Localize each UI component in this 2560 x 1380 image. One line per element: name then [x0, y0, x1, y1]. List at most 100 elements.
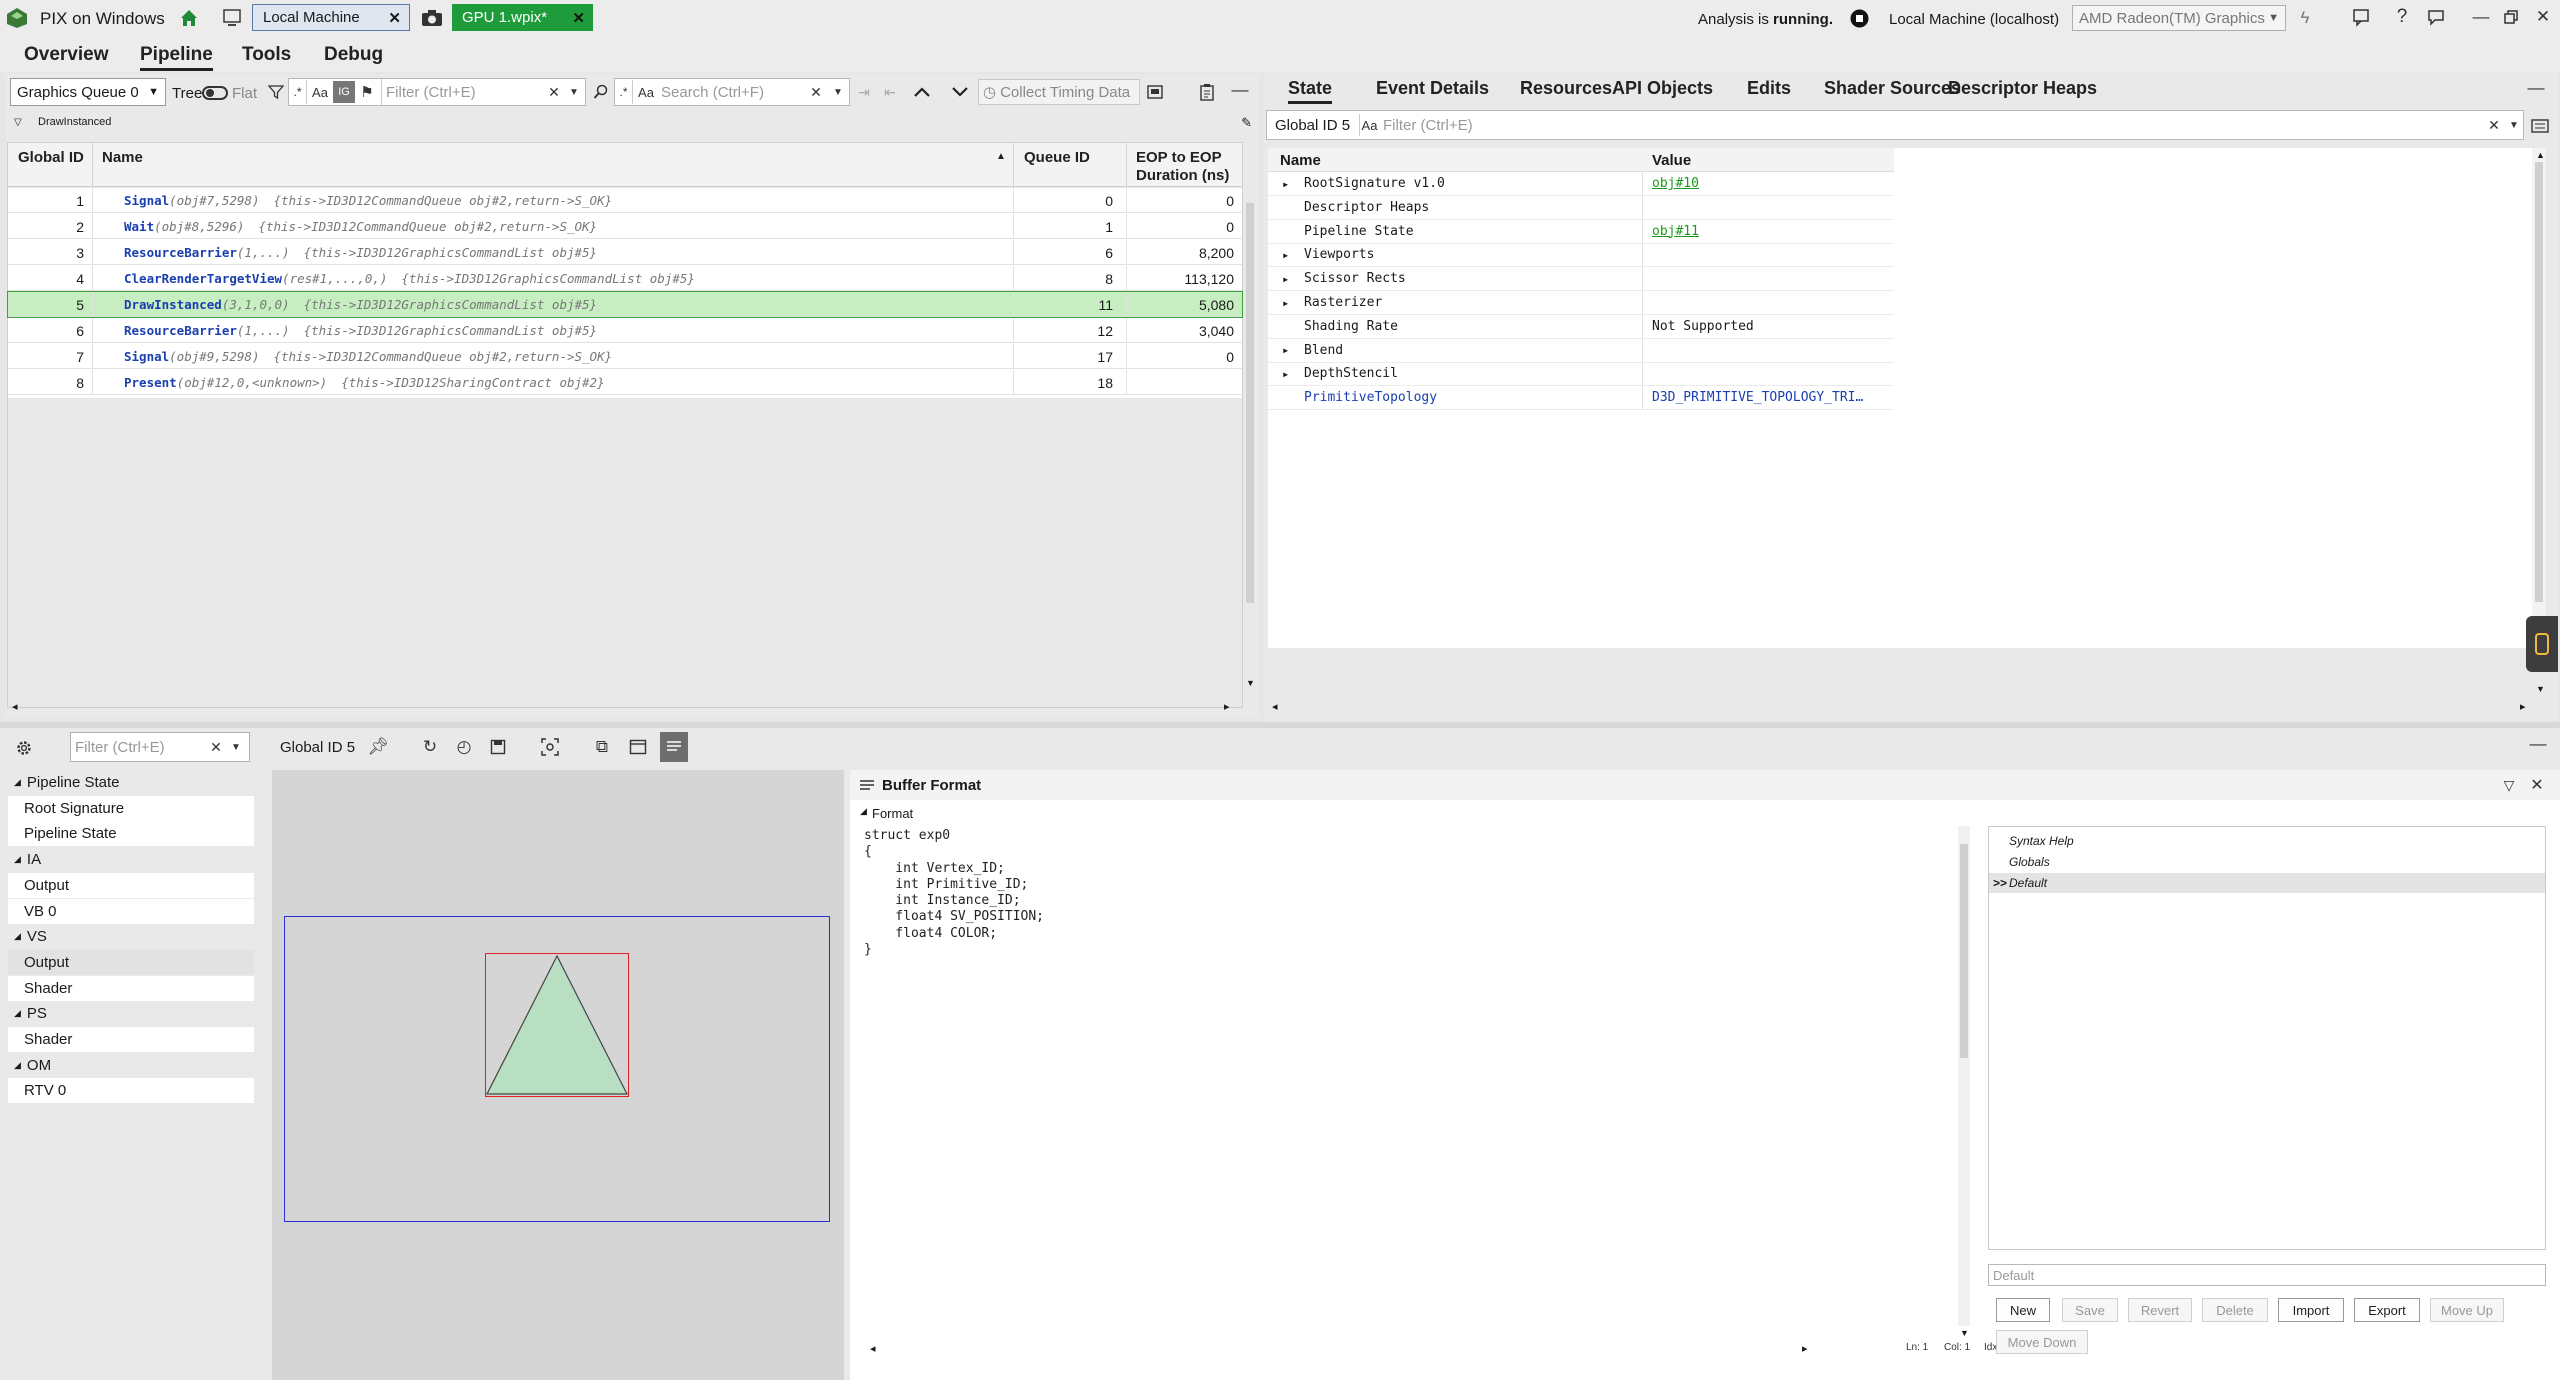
minimize-icon[interactable]: —	[2470, 5, 2492, 29]
col-name[interactable]: Name	[102, 149, 143, 166]
state-value[interactable]: obj#10	[1652, 176, 1892, 191]
pin-icon[interactable]: 📌︎	[366, 734, 390, 760]
tree-item[interactable]: Output	[8, 949, 254, 975]
close-icon[interactable]: ✕	[2526, 773, 2548, 797]
chevron-down-icon[interactable]: ▼	[829, 80, 847, 104]
regex-icon[interactable]: .*	[289, 80, 307, 104]
regex-icon[interactable]: .*	[615, 80, 633, 104]
clear-icon[interactable]: ✕	[545, 80, 563, 104]
tab-resources[interactable]: Resources	[1520, 78, 1612, 99]
vertical-scrollbar[interactable]	[2532, 148, 2546, 648]
match-case-icon[interactable]: Aa	[635, 80, 657, 104]
edit-icon[interactable]: ✎	[1241, 115, 1252, 131]
tree-item[interactable]: VB 0	[8, 898, 254, 924]
counter-icon[interactable]	[1144, 80, 1166, 104]
nav-debug[interactable]: Debug	[324, 44, 383, 66]
expand-arrow-icon[interactable]: ▸	[1282, 296, 1289, 310]
revert-button[interactable]: Revert	[2128, 1298, 2192, 1322]
collect-timing-button[interactable]: ◷ Collect Timing Data	[978, 79, 1140, 105]
expand-arrow-icon[interactable]: ▸	[1282, 367, 1289, 381]
table-row[interactable]: 3 ResourceBarrier (1,...) {this->ID3D12Grap…	[8, 240, 1242, 265]
col-duration[interactable]: Duration (ns)	[1136, 167, 1229, 184]
vertical-scrollbar[interactable]	[1244, 143, 1256, 613]
tag-icon[interactable]: IG	[333, 81, 355, 103]
scroll-down-icon[interactable]: ▼	[2536, 684, 2545, 694]
state-row[interactable]: ▸ RootSignature v1.0 obj#10	[1268, 172, 1894, 196]
table-row[interactable]: 4 ClearRenderTargetView (res#1,...,0,) {thi…	[8, 266, 1242, 291]
preset-item[interactable]: Syntax Help	[1989, 831, 2545, 851]
collapse-icon[interactable]: ▽	[2498, 773, 2520, 797]
go-first-icon[interactable]: ⇤	[880, 80, 900, 104]
match-case-icon[interactable]: Aa	[1359, 114, 1379, 136]
collapse-arrow-icon[interactable]: ◢	[860, 806, 867, 817]
cube-icon[interactable]: ⧉	[590, 734, 614, 760]
tab-state[interactable]: State	[1288, 78, 1333, 104]
editor-scrollbar[interactable]	[1958, 826, 1970, 1326]
events-filter-input[interactable]: Filter (Ctrl+E)	[381, 79, 541, 105]
flag-icon[interactable]: ⚑	[357, 80, 377, 104]
state-row[interactable]: ▸ Viewports	[1268, 243, 1894, 268]
tab-api-objects[interactable]: API Objects	[1612, 78, 1713, 99]
table-row[interactable]: 2 Wait (obj#8,5296) {this->ID3D12CommandQue…	[8, 214, 1242, 239]
tree-item[interactable]: Pipeline State	[8, 821, 254, 847]
restore-icon[interactable]	[2500, 6, 2522, 28]
chevron-down-icon[interactable]: ▼	[2505, 113, 2523, 137]
breadcrumb-item[interactable]: DrawInstanced	[38, 116, 111, 128]
preset-name-input[interactable]: Default	[1988, 1264, 2546, 1286]
minimize-pane-icon[interactable]: —	[2524, 76, 2548, 100]
state-row[interactable]: ▸ Blend	[1268, 338, 1894, 363]
minimize-pane-icon[interactable]: —	[2526, 732, 2550, 756]
table-row[interactable]: 8 Present (obj#12,0,<unknown>) {this->ID3D1…	[8, 370, 1242, 395]
tree-item[interactable]: Output	[8, 872, 254, 898]
clipboard-icon[interactable]	[1196, 80, 1218, 104]
col-state-value[interactable]: Value	[1652, 152, 1691, 169]
format-code-editor[interactable]: struct exp0 { int Vertex_ID; int Primiti…	[864, 828, 1964, 1368]
state-filter-input[interactable]: Filter (Ctrl+E)	[1383, 111, 2483, 139]
scroll-left-icon[interactable]: ◂	[1272, 700, 1278, 713]
preset-item[interactable]: >> Default	[1989, 873, 2545, 893]
tab-shader-sources[interactable]: Shader Sources	[1824, 78, 1961, 99]
tab-event-details[interactable]: Event Details	[1376, 78, 1489, 99]
tree-item[interactable]: Shader	[8, 975, 254, 1001]
scroll-right-icon[interactable]: ▸	[1802, 1342, 1808, 1355]
scroll-left-icon[interactable]: ◂	[870, 1342, 876, 1355]
details-icon[interactable]	[660, 732, 688, 762]
state-row[interactable]: ▸ Rasterizer	[1268, 291, 1894, 315]
scroll-down-icon[interactable]: ▼	[1246, 678, 1255, 688]
tree-item[interactable]: Root Signature	[8, 795, 254, 821]
tree-group-ps[interactable]: ◢ PS	[8, 1001, 254, 1026]
scroll-right-icon[interactable]: ▸	[1224, 700, 1230, 713]
import-button[interactable]: Import	[2278, 1298, 2344, 1322]
save-icon[interactable]	[486, 734, 510, 760]
save-button[interactable]: Save	[2062, 1298, 2118, 1322]
search-icon[interactable]	[590, 80, 612, 104]
history-icon[interactable]: ◴	[452, 734, 476, 760]
fit-view-icon[interactable]	[538, 734, 562, 760]
tree-group-pipeline-state[interactable]: ◢ Pipeline State	[8, 770, 254, 795]
tree-item[interactable]: Shader	[8, 1027, 254, 1052]
tab-capture[interactable]: GPU 1.wpix* ✕	[452, 4, 593, 31]
tab-descriptor-heaps[interactable]: Descriptor Heaps	[1948, 78, 2097, 99]
scroll-up-icon[interactable]: ▲	[2536, 150, 2545, 160]
help-icon[interactable]: ?	[2391, 5, 2413, 29]
export-button[interactable]: Export	[2354, 1298, 2420, 1322]
chevron-up-icon[interactable]	[910, 80, 934, 104]
scroll-left-icon[interactable]: ◂	[12, 700, 18, 713]
filter-icon[interactable]	[266, 80, 286, 104]
tree-group-vs[interactable]: ◢ VS	[8, 924, 254, 949]
move-down-button[interactable]: Move Down	[1996, 1330, 2088, 1354]
pipeline-filter-input[interactable]: Filter (Ctrl+E)	[75, 733, 205, 761]
tree-group-ia[interactable]: ◢ IA	[8, 847, 254, 872]
expand-arrow-icon[interactable]: ▸	[1282, 177, 1289, 191]
new-button[interactable]: New	[1996, 1298, 2050, 1322]
state-row[interactable]: Shading Rate Not Supported	[1268, 314, 1894, 339]
stop-icon[interactable]	[1850, 9, 1869, 28]
viewport-canvas[interactable]	[272, 770, 844, 1380]
side-panel-handle[interactable]	[2526, 616, 2558, 672]
expand-arrow-icon[interactable]: ▸	[1282, 343, 1289, 357]
table-row[interactable]: 7 Signal (obj#9,5298) {this->ID3D12CommandQ…	[8, 344, 1242, 369]
sort-icon[interactable]: ▲	[996, 151, 1006, 162]
nav-tools[interactable]: Tools	[242, 44, 291, 66]
keyboard-icon[interactable]	[2528, 114, 2552, 138]
close-window-icon[interactable]: ✕	[2532, 5, 2554, 29]
